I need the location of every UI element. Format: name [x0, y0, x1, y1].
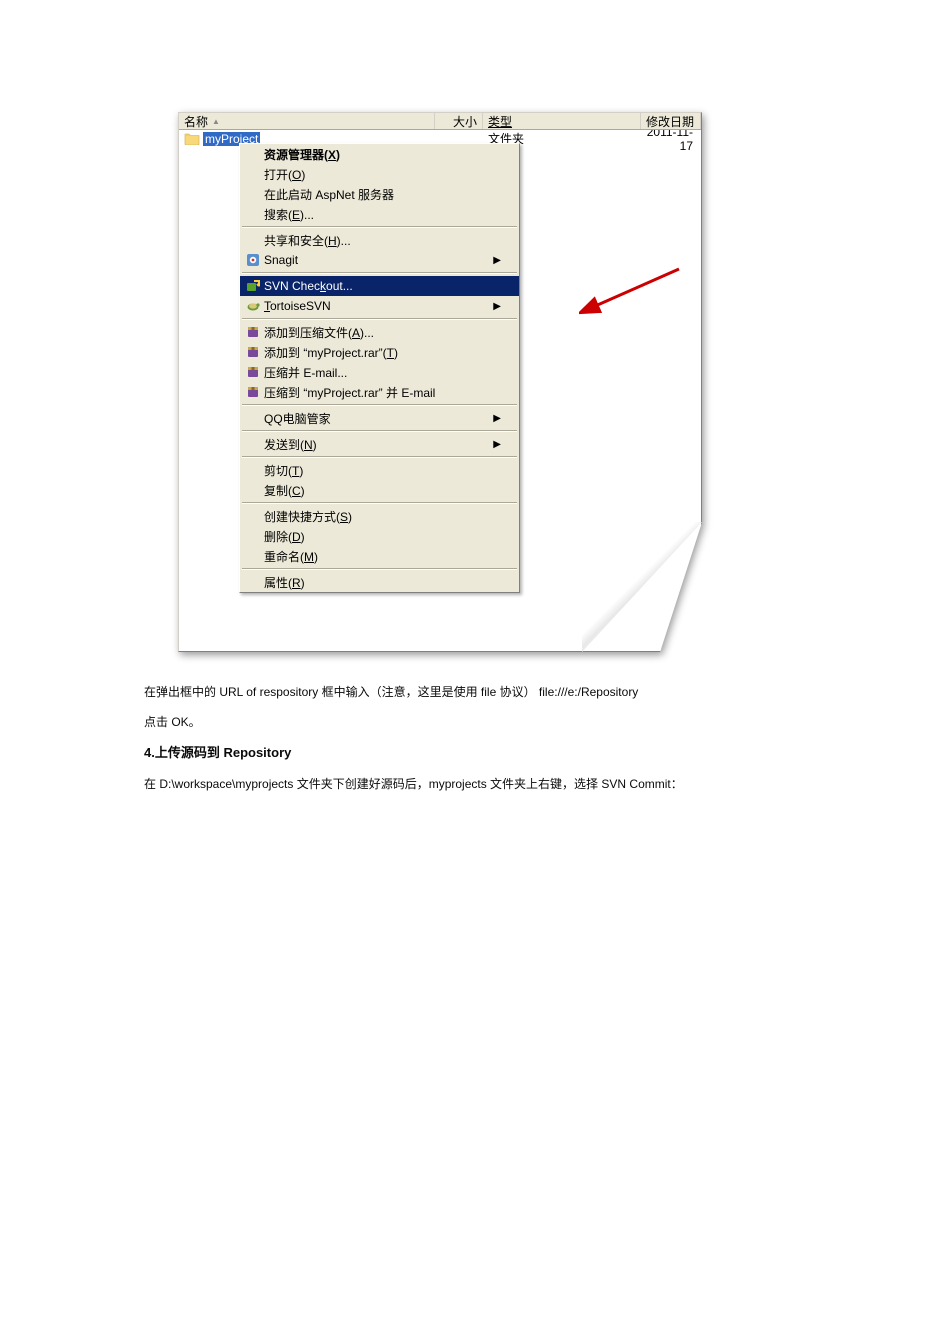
mi-properties[interactable]: 属性(R)	[240, 572, 519, 592]
heading-4: 4.上传源码到 Repository	[144, 740, 784, 766]
mi-explorer-mgr[interactable]: 资源管理器(X)	[240, 144, 519, 164]
mi-compress-rar-email[interactable]: 压缩到 “myProject.rar” 并 E-mail	[240, 382, 519, 402]
paragraph-2: 点击 OK。	[144, 710, 784, 734]
mi-compress-email[interactable]: 压缩并 E-mail...	[240, 362, 519, 382]
mi-add-rar[interactable]: 添加到 “myProject.rar”(T)	[240, 342, 519, 362]
submenu-arrow-icon: ▶	[493, 439, 501, 450]
winrar-icon	[244, 325, 262, 339]
col-date[interactable]: 修改日期	[641, 113, 701, 129]
mi-aspnet-label: 在此启动 AspNet 服务器	[262, 186, 501, 203]
col-name-label: 名称	[184, 113, 208, 130]
snagit-icon	[244, 253, 262, 267]
mi-qq-guard[interactable]: QQ电脑管家 ▶	[240, 408, 519, 428]
context-menu: 资源管理器(X) 打开(O) 在此启动 AspNet 服务器 搜索(E)...	[239, 143, 520, 593]
document-page: 名称 ▲ 大小 类型 修改日期	[0, 0, 945, 1337]
winrar-icon	[244, 345, 262, 359]
menu-separator	[242, 272, 517, 274]
menu-separator	[242, 404, 517, 406]
winrar-icon	[244, 365, 262, 379]
winrar-icon	[244, 385, 262, 399]
mi-qq-guard-label: QQ电脑管家	[262, 410, 493, 427]
mi-add-rar-label: 添加到 “myProject.rar”(T)	[264, 346, 398, 360]
document-body-text: 在弹出框中的 URL of respository 框中输入（注意，这里是使用 …	[144, 680, 784, 796]
paragraph-1: 在弹出框中的 URL of respository 框中输入（注意，这里是使用 …	[144, 680, 784, 704]
mi-explorer-mgr-label: 资源管理器(X)	[264, 148, 340, 162]
mi-share-label: 共享和安全(H)...	[264, 234, 351, 248]
col-name[interactable]: 名称 ▲	[179, 113, 435, 129]
mi-shortcut[interactable]: 创建快捷方式(S)	[240, 506, 519, 526]
col-size-label: 大小	[453, 113, 477, 130]
mi-delete-label: 删除(D)	[264, 530, 305, 544]
submenu-arrow-icon: ▶	[493, 255, 501, 266]
mi-search-label: 搜索(E)...	[264, 208, 314, 222]
explorer-column-header[interactable]: 名称 ▲ 大小 类型 修改日期	[179, 113, 701, 130]
submenu-arrow-icon: ▶	[493, 301, 501, 312]
mi-properties-label: 属性(R)	[264, 576, 305, 590]
mi-shortcut-label: 创建快捷方式(S)	[264, 510, 352, 524]
mi-send-to-label: 发送到(N)	[264, 438, 317, 452]
red-arrow-annotation	[579, 261, 739, 321]
sort-asc-icon: ▲	[212, 117, 220, 126]
mi-open-label: 打开(O)	[264, 168, 305, 182]
menu-separator	[242, 568, 517, 570]
mi-svn-checkout[interactable]: SVN Checkout...	[240, 276, 519, 296]
svn-checkout-icon	[244, 279, 262, 293]
mi-open[interactable]: 打开(O)	[240, 164, 519, 184]
col-type[interactable]: 类型	[483, 113, 641, 129]
mi-send-to[interactable]: 发送到(N) ▶	[240, 434, 519, 454]
mi-share[interactable]: 共享和安全(H)...	[240, 230, 519, 250]
mi-compress-rar-email-label: 压缩到 “myProject.rar” 并 E-mail	[264, 386, 435, 400]
mi-rename[interactable]: 重命名(M)	[240, 546, 519, 566]
mi-search[interactable]: 搜索(E)...	[240, 204, 519, 224]
tortoisesvn-icon	[244, 299, 262, 313]
paragraph-3: 在 D:\workspace\myprojects 文件夹下创建好源码后，myp…	[144, 772, 784, 796]
mi-tortoisesvn[interactable]: TortoiseSVN ▶	[240, 296, 519, 316]
mi-tortoisesvn-label: TortoiseSVN	[264, 299, 331, 313]
mi-add-archive[interactable]: 添加到压缩文件(A)...	[240, 322, 519, 342]
mi-rename-label: 重命名(M)	[264, 550, 318, 564]
mi-delete[interactable]: 删除(D)	[240, 526, 519, 546]
mi-cut-label: 剪切(T)	[264, 464, 303, 478]
menu-separator	[242, 456, 517, 458]
mi-cut[interactable]: 剪切(T)	[240, 460, 519, 480]
mi-copy-label: 复制(C)	[264, 484, 305, 498]
menu-separator	[242, 430, 517, 432]
mi-copy[interactable]: 复制(C)	[240, 480, 519, 500]
mi-snagit[interactable]: Snagit ▶	[240, 250, 519, 270]
col-type-label: 类型	[488, 113, 512, 130]
menu-separator	[242, 318, 517, 320]
mi-aspnet[interactable]: 在此启动 AspNet 服务器	[240, 184, 519, 204]
mi-svn-checkout-label: SVN Checkout...	[264, 279, 353, 293]
mi-add-archive-label: 添加到压缩文件(A)...	[264, 326, 374, 340]
menu-separator	[242, 226, 517, 228]
screenshot-container: 名称 ▲ 大小 类型 修改日期	[178, 112, 702, 652]
mi-compress-email-label: 压缩并 E-mail...	[262, 364, 501, 381]
col-size[interactable]: 大小	[435, 113, 483, 129]
col-date-label: 修改日期	[646, 113, 694, 130]
menu-separator	[242, 502, 517, 504]
submenu-arrow-icon: ▶	[493, 413, 501, 424]
folder-icon	[184, 132, 200, 145]
mi-snagit-label: Snagit	[262, 253, 493, 267]
